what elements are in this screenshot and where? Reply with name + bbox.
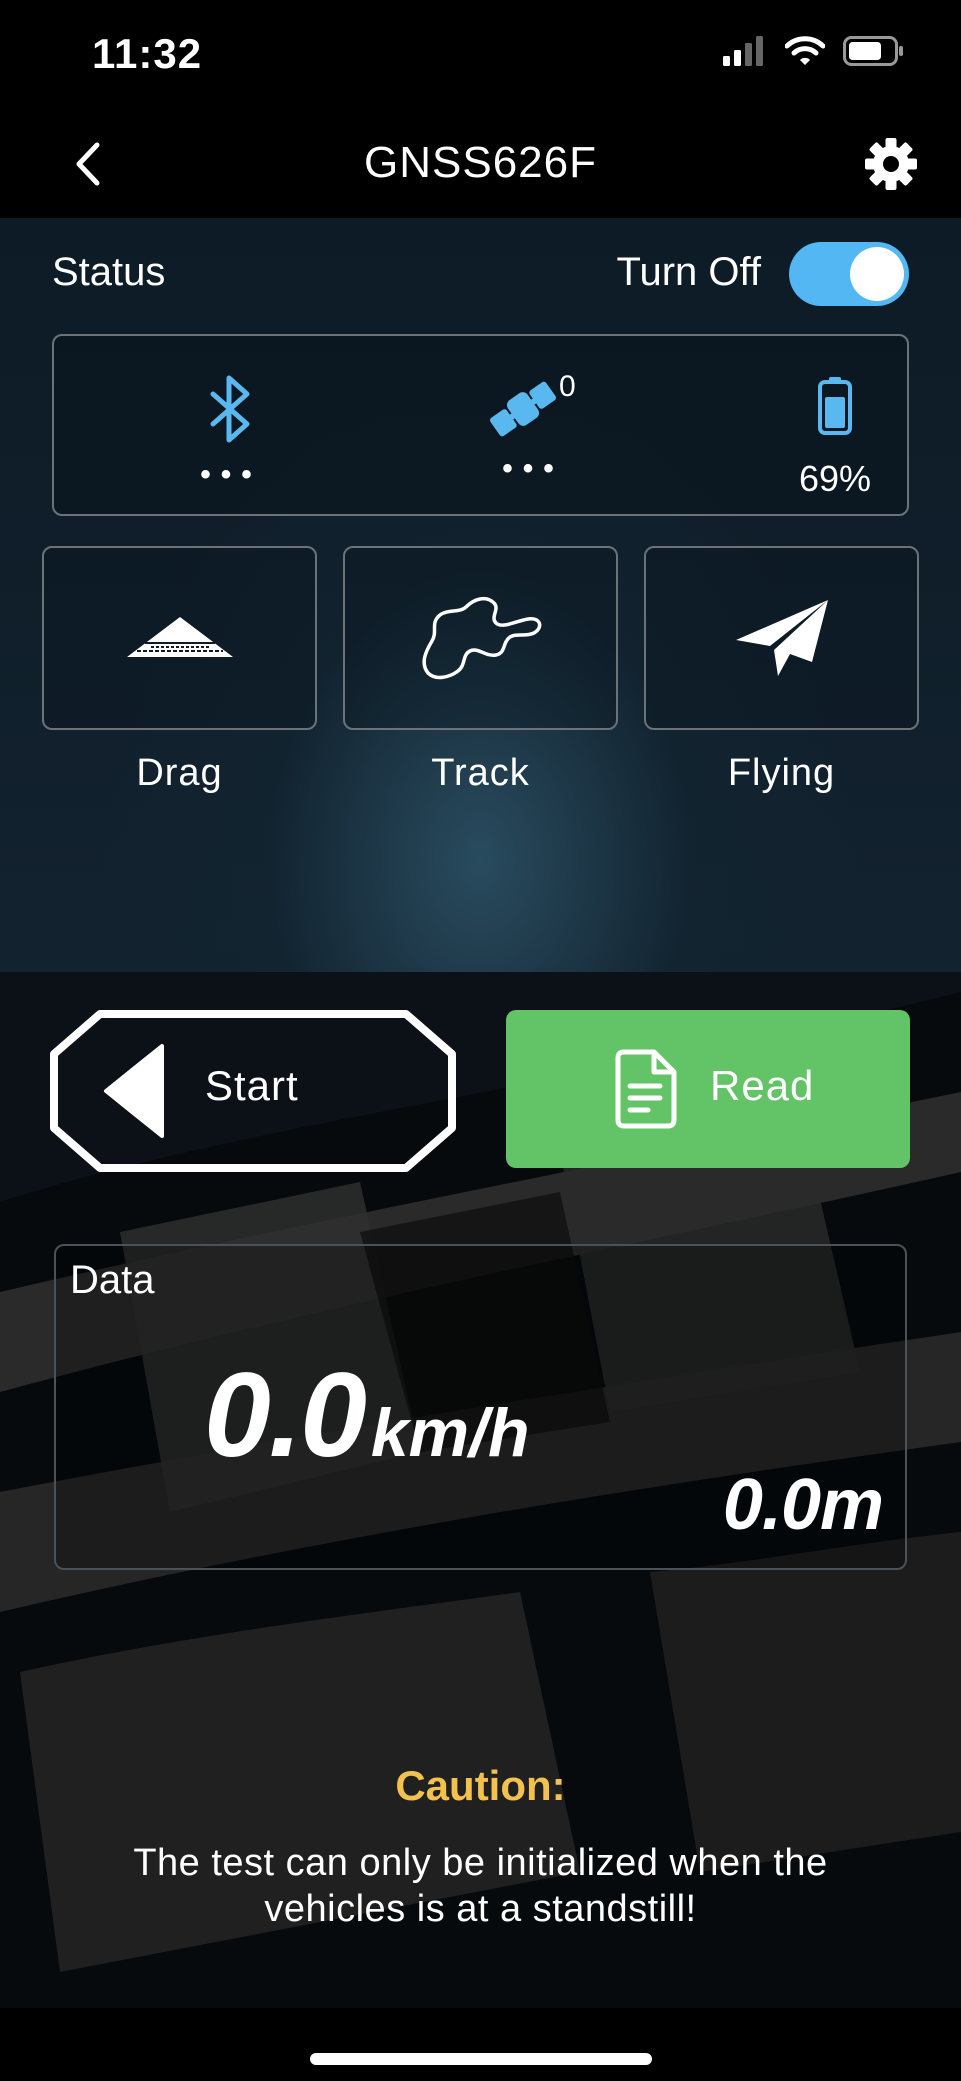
status-time: 11:32 <box>92 30 203 77</box>
race-track-icon <box>421 596 541 680</box>
paper-plane-icon <box>735 600 828 676</box>
mode-flying-button[interactable] <box>644 546 919 730</box>
turn-off-label: Turn Off <box>616 250 762 294</box>
toggle-knob <box>850 247 904 301</box>
wifi-icon <box>784 36 826 71</box>
document-icon <box>615 1049 677 1129</box>
mode-flying-label: Flying <box>727 752 836 794</box>
bluetooth-status-dots: ••• <box>200 458 262 491</box>
nav-bar: GNSS626F <box>0 110 961 218</box>
data-panel: Data 0.0km/h 0.0m <box>54 1244 907 1570</box>
gear-icon <box>865 138 917 190</box>
main-content: Status Turn Off ••• 0 ••• 69% Drag Track… <box>0 218 961 2008</box>
mode-drag-label: Drag <box>136 752 223 794</box>
power-toggle[interactable] <box>789 242 909 306</box>
cellular-signal-icon <box>723 36 767 71</box>
triangle-left-icon <box>104 1044 164 1138</box>
start-button[interactable]: Start <box>50 1010 456 1172</box>
drag-strip-icon <box>126 617 233 657</box>
mode-track-label: Track <box>431 752 530 794</box>
distance-value: 0.0m <box>722 1465 884 1545</box>
mode-track-button[interactable] <box>343 546 618 730</box>
bluetooth-icon <box>210 375 250 443</box>
data-label: Data <box>70 1258 155 1302</box>
satellite-icon <box>490 381 556 437</box>
battery-percent: 69% <box>798 458 872 499</box>
battery-icon <box>843 36 905 71</box>
battery-status: 69% <box>735 336 935 518</box>
home-area <box>0 2008 961 2081</box>
satellite-status-dots: ••• <box>502 452 564 485</box>
device-status-panel: ••• 0 ••• 69% <box>52 334 909 516</box>
speed-readout: 0.0km/h <box>204 1346 530 1484</box>
caution-title: Caution: <box>395 1762 566 1809</box>
battery-icon <box>818 377 852 435</box>
status-bar: 11:32 <box>0 0 961 110</box>
mode-drag-button[interactable] <box>42 546 317 730</box>
settings-button[interactable] <box>859 132 923 196</box>
speed-value: 0.0 <box>204 1348 367 1482</box>
speed-unit: km/h <box>370 1395 530 1471</box>
home-indicator[interactable] <box>310 2053 652 2065</box>
read-button[interactable]: Read <box>506 1010 910 1168</box>
satellite-status: 0 ••• <box>433 336 633 518</box>
bluetooth-status: ••• <box>131 336 331 518</box>
satellite-count: 0 <box>559 370 576 403</box>
read-label: Read <box>710 1062 815 1109</box>
status-label: Status <box>52 250 166 294</box>
status-icons <box>723 36 905 71</box>
start-label: Start <box>205 1062 299 1109</box>
page-title: GNSS626F <box>364 138 597 187</box>
caution-text: The test can only be initialized when th… <box>133 1842 828 1930</box>
